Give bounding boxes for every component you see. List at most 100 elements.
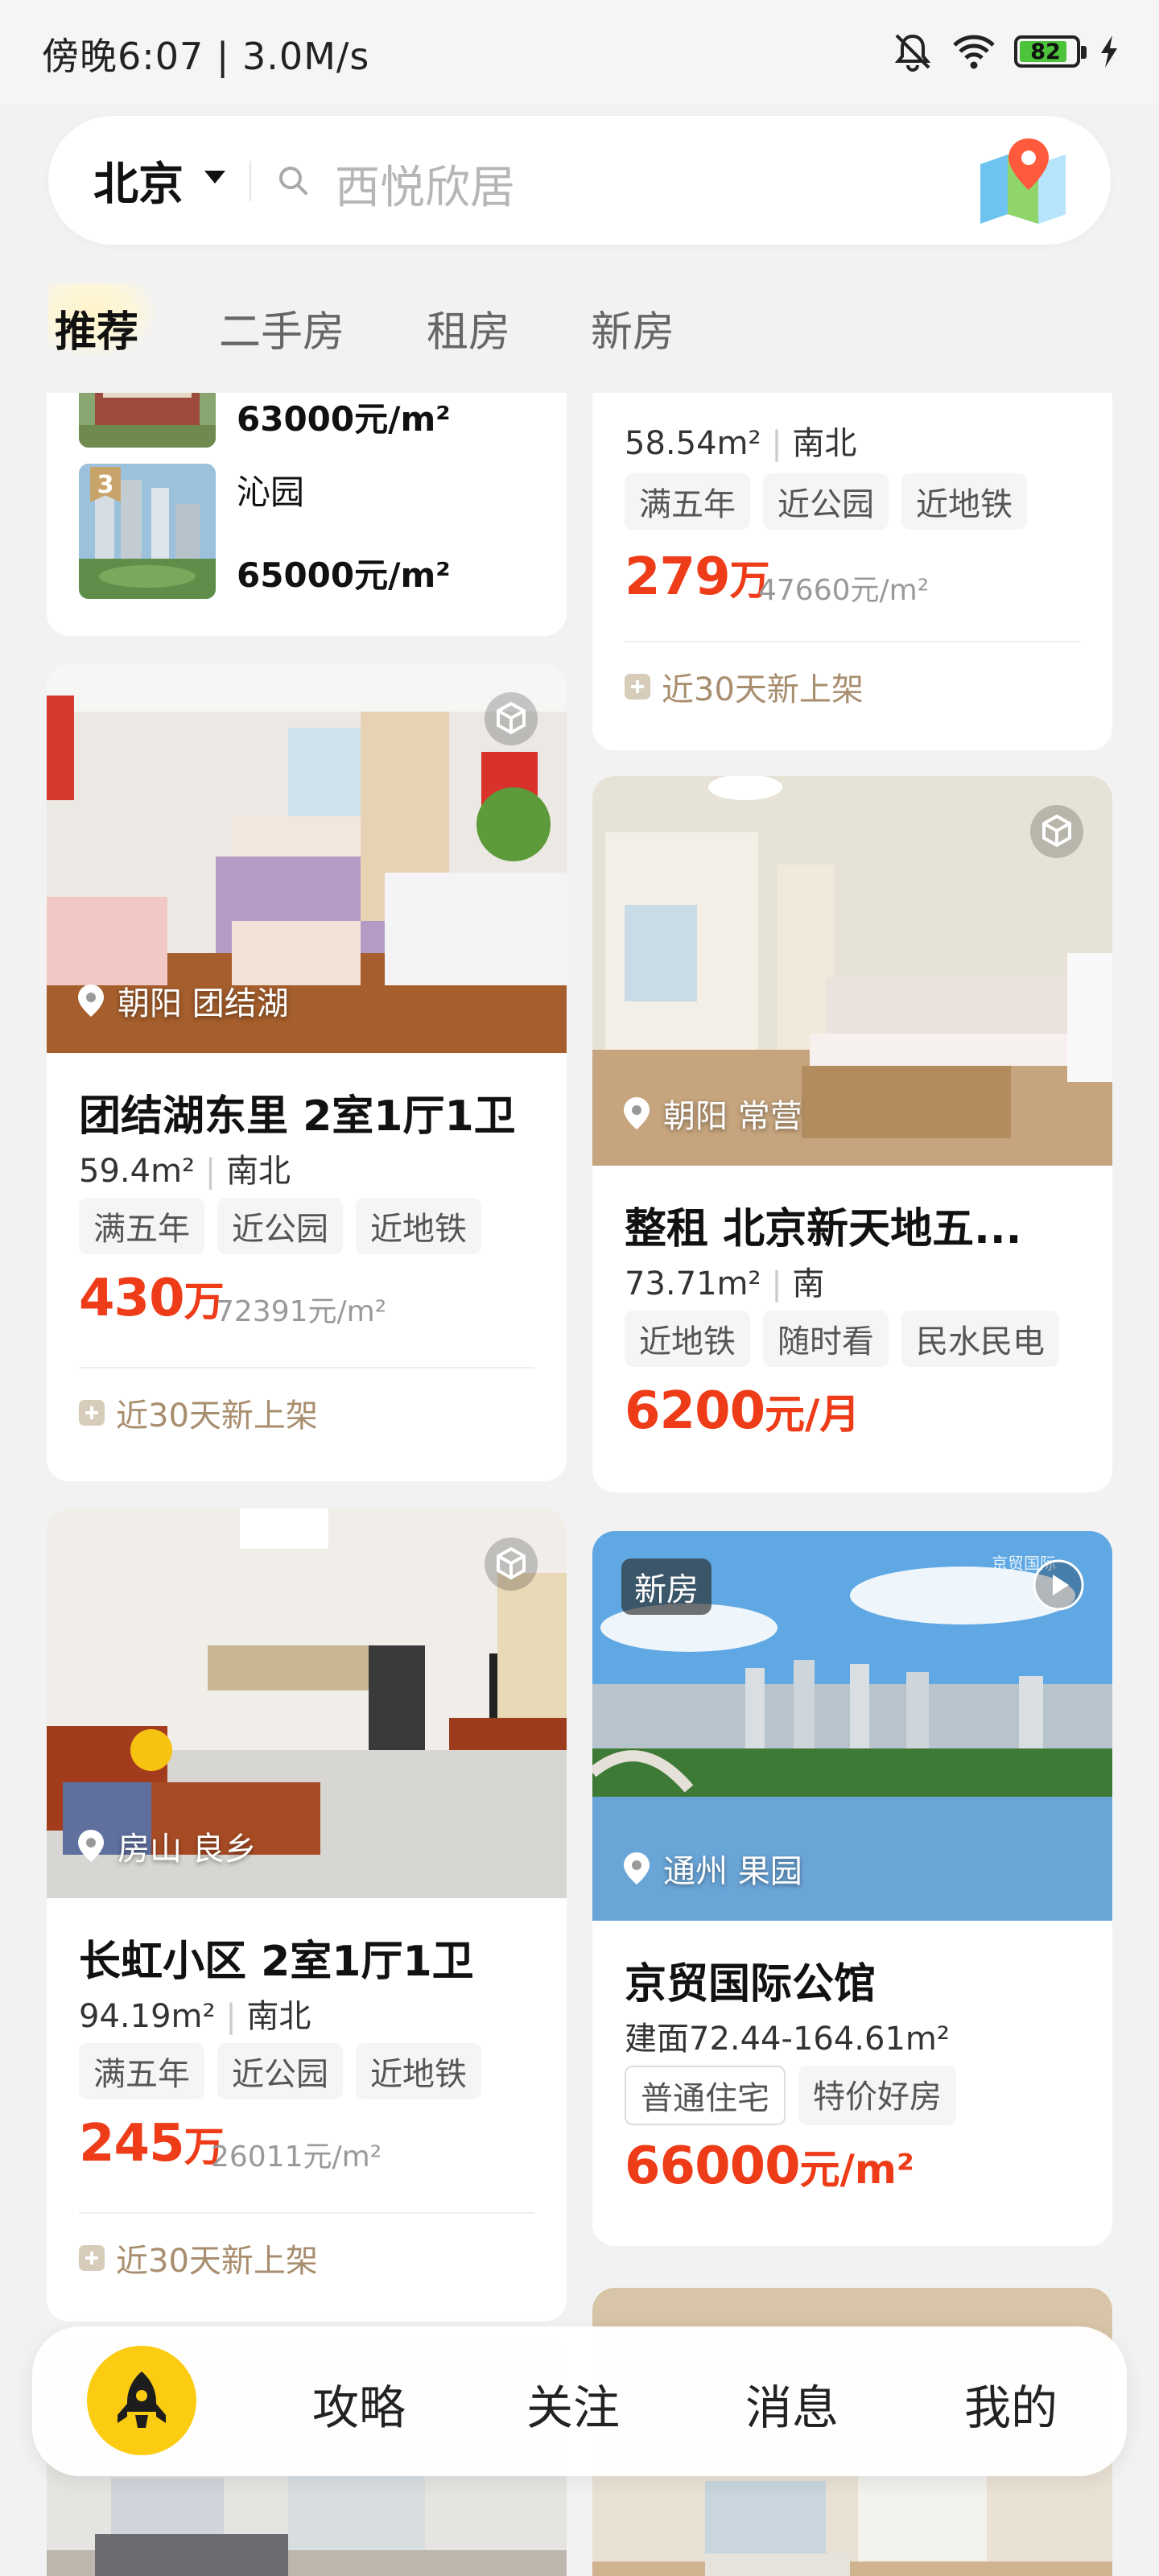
listing-tags: 近地铁 随时看 民水民电 bbox=[625, 1311, 1059, 1367]
search-bar[interactable]: 北京 西悦欣居 bbox=[48, 116, 1111, 245]
ranking-item[interactable]: 3 沁园 65000元/m² bbox=[79, 464, 451, 599]
listing-card[interactable]: 朝阳 常营 整租 北京新天地五... 73.71m² | 南 近地铁 随时看 民… bbox=[592, 776, 1112, 1492]
search-input[interactable]: 西悦欣居 bbox=[335, 151, 515, 217]
nav-messages[interactable]: 消息 bbox=[745, 2370, 839, 2438]
listing-area: 94.19m² | 南北 bbox=[79, 1998, 311, 2035]
ranking-item-photo bbox=[79, 393, 216, 448]
new-home-badge: 新房 bbox=[621, 1558, 711, 1615]
bell-off-icon bbox=[894, 34, 931, 72]
divider bbox=[79, 2212, 534, 2214]
tab-second-hand[interactable]: 二手房 bbox=[219, 298, 344, 358]
play-icon[interactable] bbox=[1032, 1558, 1085, 1612]
tag: 近公园 bbox=[217, 1198, 343, 1254]
tag: 近公园 bbox=[763, 473, 889, 530]
divider bbox=[250, 161, 251, 201]
tag: 特价好房 bbox=[798, 2066, 956, 2125]
listing-photo[interactable]: 房山 良乡 bbox=[47, 1509, 567, 1898]
listing-photo[interactable]: 新房 京贸国际 通州 果园 bbox=[592, 1531, 1112, 1921]
listing-photo[interactable]: 朝阳 团结湖 bbox=[47, 663, 567, 1053]
ranking-item[interactable]: 63000元/m² bbox=[79, 393, 451, 448]
listing-card[interactable]: 58.54m² | 南北 满五年 近公园 近地铁 279万 47660元/m² … bbox=[592, 393, 1112, 750]
listing-area: 58.54m² | 南北 bbox=[625, 425, 857, 462]
status-icons: 82 bbox=[892, 31, 1120, 72]
plus-icon bbox=[79, 1400, 105, 1426]
map-icon[interactable] bbox=[975, 132, 1072, 229]
listing-price: 245万 bbox=[79, 2114, 225, 2174]
location-badge: 朝阳 常营 bbox=[621, 1090, 802, 1137]
new-listing-label: 近30天新上架 bbox=[79, 2235, 318, 2281]
tag: 普通住宅 bbox=[625, 2066, 786, 2125]
listing-title: 长虹小区 2室1厅1卫 bbox=[79, 1938, 474, 1986]
ranking-card[interactable]: 63000元/m² 3 沁园 65000元/m² bbox=[47, 393, 567, 636]
ranking-item-price: 63000元/m² bbox=[237, 398, 451, 439]
vr-icon[interactable] bbox=[483, 691, 539, 747]
listing-feed: 63000元/m² 3 沁园 65000元/m² 58.54m² | 南北 满五… bbox=[0, 393, 1159, 2576]
battery-level: 82 bbox=[1030, 39, 1061, 64]
ranking-item-name: 沁园 bbox=[237, 473, 305, 512]
listing-tags: 满五年 近公园 近地铁 bbox=[79, 2043, 481, 2099]
price-per-sqm: 47660元/m² bbox=[758, 574, 930, 607]
tab-rental[interactable]: 租房 bbox=[427, 298, 510, 358]
ranking-item-price: 65000元/m² bbox=[237, 555, 451, 595]
ranking-item-photo: 3 bbox=[79, 464, 216, 599]
listing-title: 整租 北京新天地五... bbox=[625, 1205, 1022, 1253]
plus-icon bbox=[79, 2245, 105, 2271]
listing-title: 团结湖东里 2室1厅1卫 bbox=[79, 1092, 516, 1141]
location-badge: 房山 良乡 bbox=[76, 1823, 257, 1869]
tag: 近公园 bbox=[217, 2043, 343, 2099]
vr-icon[interactable] bbox=[1029, 803, 1085, 860]
tag: 近地铁 bbox=[901, 473, 1027, 530]
listing-area: 73.71m² | 南 bbox=[625, 1265, 825, 1302]
plus-icon bbox=[625, 674, 650, 700]
listing-card[interactable]: 房山 良乡 长虹小区 2室1厅1卫 94.19m² | 南北 满五年 近公园 近… bbox=[47, 1509, 567, 2322]
location-pin-icon bbox=[624, 1097, 650, 1129]
city-selector[interactable]: 北京 bbox=[93, 148, 184, 213]
listing-tags: 普通住宅 特价好房 bbox=[625, 2066, 956, 2125]
nav-follow[interactable]: 关注 bbox=[526, 2370, 620, 2438]
status-time: 傍晚6:07 | 3.0M/s bbox=[42, 35, 370, 78]
battery-icon: 82 bbox=[1014, 35, 1087, 68]
status-bar: 傍晚6:07 | 3.0M/s 82 bbox=[0, 0, 1159, 105]
tag: 随时看 bbox=[763, 1311, 889, 1367]
divider bbox=[625, 641, 1080, 642]
tag: 满五年 bbox=[79, 1198, 204, 1254]
listing-price: 430万 bbox=[79, 1269, 225, 1328]
vr-icon[interactable] bbox=[483, 1536, 539, 1592]
location-pin-icon bbox=[78, 1830, 104, 1862]
location-pin-icon bbox=[624, 1852, 650, 1885]
tag: 近地铁 bbox=[625, 1311, 750, 1367]
listing-photo[interactable]: 朝阳 常营 bbox=[592, 776, 1112, 1166]
listing-price: 279万 bbox=[625, 547, 770, 607]
listing-card[interactable]: 新房 京贸国际 通州 果园 京贸国际公馆 建面72.44-164.61m² 普通… bbox=[592, 1531, 1112, 2246]
listing-card[interactable]: 朝阳 团结湖 团结湖东里 2室1厅1卫 59.4m² | 南北 满五年 近公园 … bbox=[47, 663, 567, 1481]
charging-icon bbox=[1101, 35, 1117, 68]
search-icon bbox=[279, 167, 307, 195]
tab-recommend[interactable]: 推荐 bbox=[55, 298, 138, 358]
location-badge: 通州 果园 bbox=[621, 1845, 802, 1892]
tag: 近地铁 bbox=[356, 2043, 481, 2099]
price-per-sqm: 72391元/m² bbox=[216, 1295, 387, 1328]
listing-price: 6200元/月 bbox=[625, 1381, 860, 1441]
rocket-icon bbox=[118, 2372, 166, 2428]
location-pin-icon bbox=[78, 985, 104, 1017]
location-badge: 朝阳 团结湖 bbox=[76, 977, 289, 1024]
tab-new-home[interactable]: 新房 bbox=[591, 298, 674, 358]
price-per-sqm: 26011元/m² bbox=[211, 2140, 382, 2174]
listing-area: 建面72.44-164.61m² bbox=[625, 2021, 950, 2058]
tag: 民水民电 bbox=[901, 1311, 1059, 1367]
nav-guide[interactable]: 攻略 bbox=[312, 2370, 406, 2438]
home-rocket-button[interactable] bbox=[87, 2346, 196, 2455]
new-listing-label: 近30天新上架 bbox=[79, 1389, 318, 1436]
category-tabs: 推荐 二手房 租房 新房 bbox=[0, 290, 1159, 370]
tag: 近地铁 bbox=[356, 1198, 481, 1254]
listing-title: 京贸国际公馆 bbox=[625, 1960, 876, 2008]
wifi-icon bbox=[953, 35, 995, 69]
bottom-navigation: 攻略 关注 消息 我的 bbox=[32, 2326, 1127, 2476]
listing-tags: 满五年 近公园 近地铁 bbox=[79, 1198, 481, 1254]
new-listing-label: 近30天新上架 bbox=[625, 663, 864, 710]
listing-tags: 满五年 近公园 近地铁 bbox=[625, 473, 1027, 530]
nav-mine[interactable]: 我的 bbox=[964, 2370, 1058, 2438]
tag: 满五年 bbox=[79, 2043, 204, 2099]
divider bbox=[79, 1367, 534, 1368]
caret-down-icon[interactable] bbox=[204, 171, 225, 184]
